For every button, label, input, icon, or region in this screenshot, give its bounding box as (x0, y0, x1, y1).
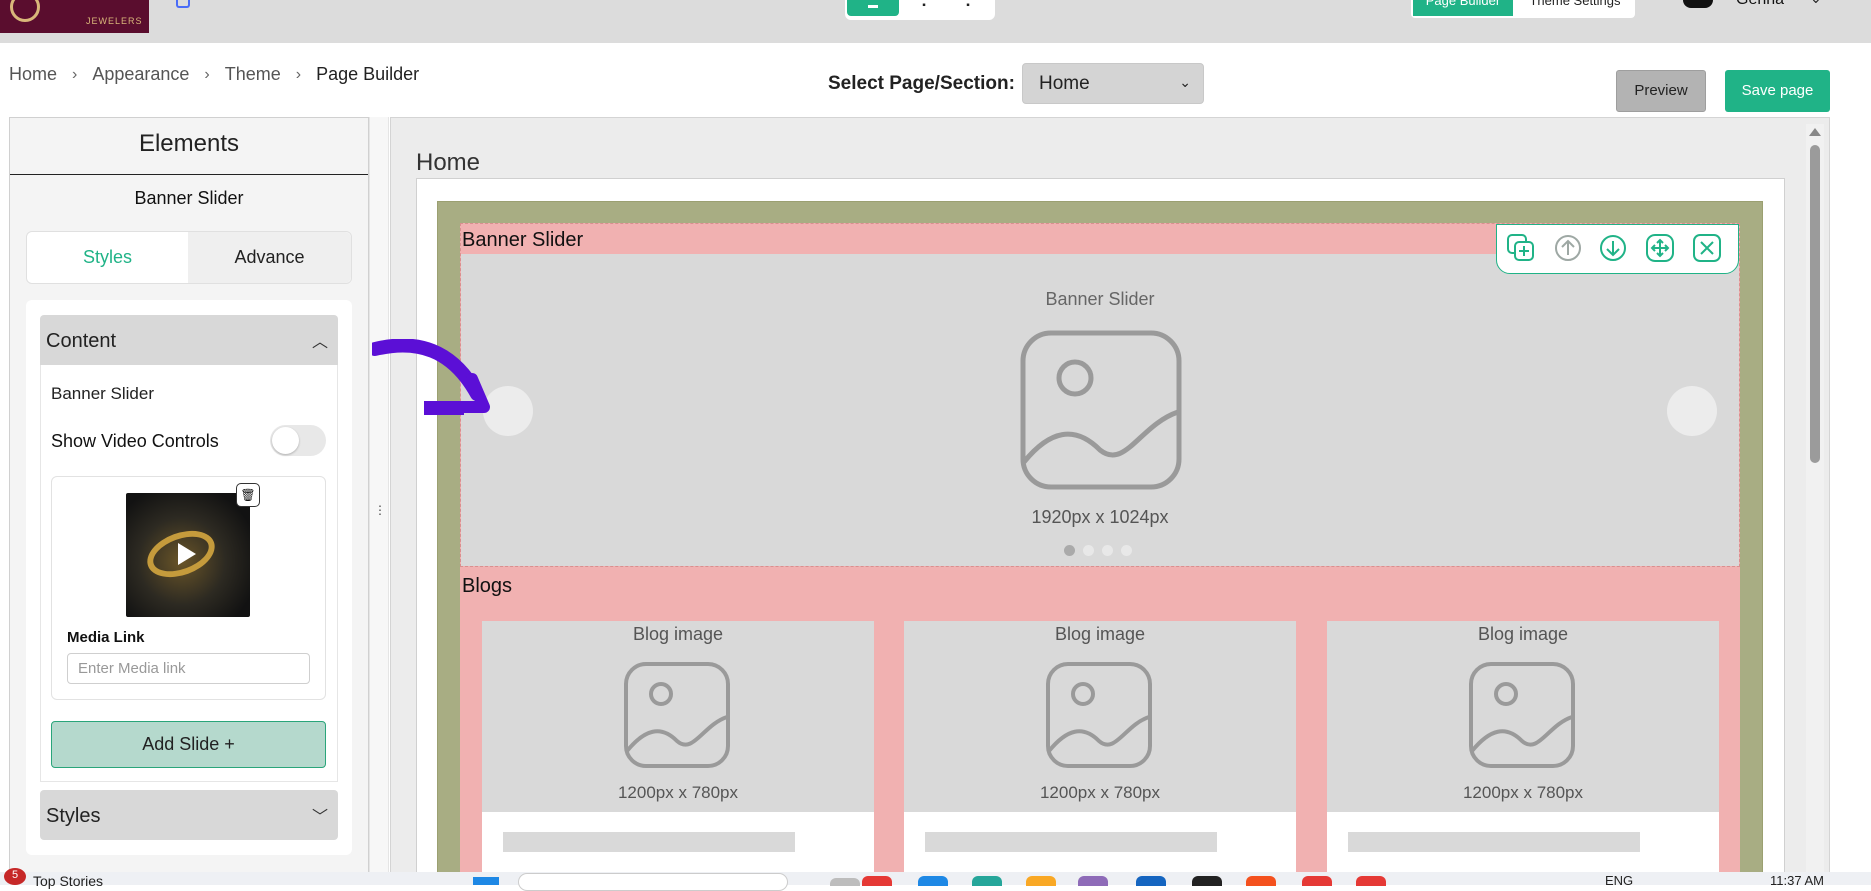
banner-section-label: Banner Slider (462, 229, 584, 251)
trash-icon[interactable]: 🗑 (236, 483, 260, 507)
news-widget-label[interactable]: Top Stories (33, 873, 103, 889)
page-select-value: Home (1039, 73, 1090, 94)
move-down-icon[interactable] (1598, 233, 1628, 263)
blog-card[interactable]: Blog image 1200px x 780px (1327, 621, 1719, 885)
taskbar-clock[interactable]: 11:37 AM (1770, 873, 1824, 888)
image-placeholder-icon (624, 662, 730, 768)
chevron-down-icon[interactable]: ﹀ (312, 803, 328, 827)
duplicate-icon[interactable] (1506, 233, 1536, 263)
scrollbar-thumb[interactable] (1810, 145, 1820, 463)
theme-settings-button[interactable]: Theme Settings (1520, 0, 1630, 16)
taskbar-search[interactable] (518, 873, 788, 891)
blog-image-size: 1200px x 780px (617, 783, 739, 802)
save-page-button[interactable]: Save page (1725, 70, 1830, 112)
image-placeholder-icon (1469, 662, 1575, 768)
language-indicator[interactable]: ENG (1605, 873, 1633, 888)
logo-text: JEWELERS (86, 16, 143, 26)
scroll-up-arrow-icon[interactable] (1809, 128, 1821, 136)
mobile-view-icon[interactable]: ▪ (958, 0, 978, 16)
panel-splitter[interactable] (369, 117, 389, 885)
slider-prev-button[interactable] (483, 386, 533, 436)
blog-title-placeholder (503, 832, 795, 852)
remove-icon[interactable] (1692, 233, 1722, 263)
chevron-down-icon[interactable]: ⌄ (1810, 0, 1822, 7)
video-controls-toggle[interactable] (270, 425, 326, 456)
content-accordion-label: Content (46, 330, 117, 352)
drag-move-icon[interactable] (1645, 233, 1675, 263)
chevron-up-icon[interactable]: ︿ (312, 328, 328, 352)
page-select[interactable]: Home ⌄ (1022, 63, 1204, 104)
add-slide-button[interactable]: Add Slide + (51, 721, 326, 768)
blog-image-size: 1200px x 780px (1039, 783, 1161, 802)
image-placeholder-icon (1020, 330, 1182, 490)
blog-card[interactable]: Blog image 1200px x 780px (482, 621, 874, 885)
blog-title-placeholder (925, 832, 1217, 852)
blog-image-title: Blog image (632, 624, 724, 644)
user-name[interactable]: Gehna (1736, 0, 1784, 9)
banner-slider-label: Banner Slider (51, 384, 155, 403)
panel-divider (10, 174, 368, 175)
blog-title-placeholder (1348, 832, 1640, 852)
breadcrumb: Home › Appearance › Theme › Page Builder (9, 64, 419, 85)
slider-dot[interactable] (1083, 545, 1094, 556)
blogs-section-label: Blogs (462, 575, 513, 597)
document-icon[interactable] (176, 0, 190, 8)
tablet-view-icon[interactable]: ▪ (914, 0, 934, 16)
panel-title: Elements (138, 130, 240, 157)
page-select-label: Select Page/Section: (828, 73, 1015, 94)
canvas-page-title: Home (416, 149, 481, 176)
chevron-down-icon: ⌄ (1179, 74, 1191, 90)
windows-start-icon[interactable] (473, 877, 499, 885)
drag-handle-icon[interactable]: ⋮ (374, 503, 386, 521)
blog-card[interactable]: Blog image 1200px x 780px (904, 621, 1296, 885)
breadcrumb-home[interactable]: Home (9, 64, 57, 85)
play-icon[interactable] (178, 543, 196, 565)
banner-placeholder-size: 1920px x 1024px (1031, 507, 1169, 527)
move-up-icon[interactable] (1553, 233, 1583, 263)
chevron-right-icon: › (72, 65, 78, 83)
annotation-arrow-icon (372, 339, 490, 415)
brand-logo[interactable]: JEWELERS (0, 0, 149, 33)
tab-styles[interactable]: Styles (27, 232, 188, 283)
blog-image-title: Blog image (1477, 624, 1569, 644)
breadcrumb-appearance[interactable]: Appearance (92, 64, 189, 85)
selected-element-name: Banner Slider (134, 188, 244, 208)
breadcrumb-theme[interactable]: Theme (225, 64, 281, 85)
page-builder-button[interactable]: Page Builder (1413, 0, 1513, 16)
styles-accordion-label: Styles (46, 805, 101, 827)
avatar[interactable] (1683, 0, 1713, 8)
breadcrumb-current: Page Builder (316, 64, 420, 84)
slider-dot[interactable] (1121, 545, 1132, 556)
image-placeholder-icon (1046, 662, 1152, 768)
video-controls-label: Show Video Controls (51, 431, 219, 451)
blog-image-size: 1200px x 780px (1462, 783, 1584, 802)
slider-dots (1064, 545, 1132, 556)
slider-dot[interactable] (1064, 545, 1075, 556)
desktop-view-icon[interactable]: ▬ (847, 0, 899, 16)
chevron-right-icon: › (204, 65, 210, 83)
chevron-right-icon: › (295, 65, 302, 83)
banner-placeholder-title: Banner Slider (1045, 289, 1155, 309)
tab-advance[interactable]: Advance (188, 232, 351, 283)
slider-next-button[interactable] (1667, 386, 1717, 436)
media-link-input[interactable]: Enter Media link (67, 653, 310, 684)
slider-dot[interactable] (1102, 545, 1113, 556)
media-link-label: Media Link (67, 629, 145, 646)
preview-button[interactable]: Preview (1616, 70, 1706, 112)
news-badge[interactable]: 5 (4, 868, 26, 885)
blog-image-title: Blog image (1054, 624, 1146, 644)
